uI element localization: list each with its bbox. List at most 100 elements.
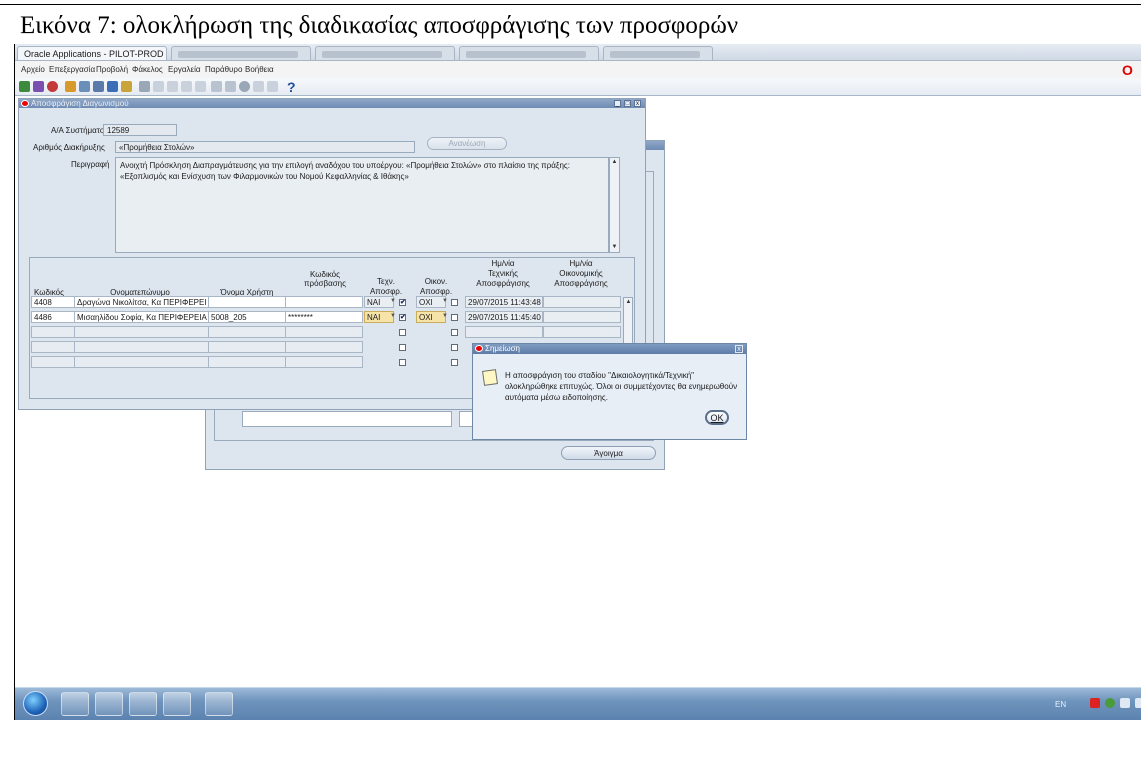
col-header-econ-1: Οικον.	[424, 277, 448, 286]
row-2-econ-date[interactable]	[543, 311, 621, 323]
action-center-tray-icon[interactable]	[1120, 698, 1130, 708]
minimize-button[interactable]: _	[614, 100, 621, 107]
row-1-tech-date[interactable]: 29/07/2015 11:43:48	[465, 296, 543, 308]
row-2-password[interactable]: ********	[285, 311, 363, 323]
tab-5[interactable]	[603, 46, 713, 60]
table-row-empty-cell[interactable]	[543, 326, 621, 338]
scroll-up-icon[interactable]: ▲	[611, 159, 618, 166]
tab-3-label	[322, 51, 442, 58]
refresh-button[interactable]: Ανανέωση	[427, 137, 507, 150]
ok-button[interactable]: OK	[705, 410, 729, 425]
table-row-empty-cell[interactable]	[31, 326, 75, 338]
description-field[interactable]: Ανοιχτή Πρόσκληση Διαπραγμάτευσης για τη…	[115, 157, 609, 253]
java-taskbar-icon[interactable]	[205, 692, 233, 716]
row-1-name[interactable]: Δραγώνα Νικολίτσα, Κα ΠΕΡΙΦΕΡΕΙ	[74, 296, 209, 308]
row-1-econ-date[interactable]	[543, 296, 621, 308]
maximize-button[interactable]: □	[624, 100, 631, 107]
outlook-taskbar-icon[interactable]	[95, 692, 123, 716]
close-button[interactable]: x	[634, 100, 641, 107]
tab-2[interactable]	[171, 46, 311, 60]
scroll-up-icon[interactable]: ▲	[625, 299, 632, 306]
table-row-empty-cell[interactable]	[465, 326, 543, 338]
explorer-taskbar-icon[interactable]	[61, 692, 89, 716]
firefox-taskbar-icon[interactable]	[163, 692, 191, 716]
row-3-econ-checkbox[interactable]	[451, 329, 458, 336]
tab-oracle-applications[interactable]: Oracle Applications - PILOT-PROD	[17, 46, 167, 60]
volume-tray-icon[interactable]	[1135, 698, 1141, 708]
zoom-icon[interactable]	[225, 81, 236, 92]
announcement-field[interactable]: «Προμήθεια Στολών»	[115, 141, 415, 153]
open-folder-icon[interactable]	[65, 81, 76, 92]
table-row-empty-cell[interactable]	[208, 326, 286, 338]
table-row-empty-cell[interactable]	[31, 341, 75, 353]
chevron-down-icon[interactable]: ▼	[390, 298, 396, 304]
network-tray-icon[interactable]	[1105, 698, 1115, 708]
row-1-tech-checkbox[interactable]: ✔	[399, 299, 406, 306]
tab-4[interactable]	[459, 46, 599, 60]
menu-help[interactable]: Βοήθεια	[245, 65, 274, 74]
table-row-empty-cell[interactable]	[74, 356, 209, 368]
copy-icon[interactable]	[167, 81, 178, 92]
row-2-name[interactable]: Μισαηλίδου Σοφία, Κα ΠΕΡΙΦΕΡΕΙΑ	[74, 311, 209, 323]
chevron-down-icon[interactable]: ▼	[390, 313, 396, 319]
save-icon[interactable]	[79, 81, 90, 92]
background-field-1[interactable]	[242, 411, 452, 427]
chevron-down-icon[interactable]: ▼	[442, 313, 448, 319]
menu-edit[interactable]: Επεξεργασία	[49, 65, 95, 74]
system-id-field[interactable]: 12589	[103, 124, 177, 136]
start-button[interactable]	[23, 691, 48, 716]
description-scrollbar[interactable]: ▲ ▼	[609, 157, 620, 253]
scroll-down-icon[interactable]: ▼	[611, 244, 618, 251]
folder-tools-icon[interactable]	[267, 81, 278, 92]
table-row-empty-cell[interactable]	[31, 356, 75, 368]
table-row-empty-cell[interactable]	[74, 341, 209, 353]
row-4-econ-checkbox[interactable]	[451, 344, 458, 351]
navigator-icon[interactable]	[33, 81, 44, 92]
row-3-tech-checkbox[interactable]	[399, 329, 406, 336]
close-icon[interactable]: x	[735, 345, 743, 353]
menu-view[interactable]: Προβολή	[96, 65, 128, 74]
table-row-empty-cell[interactable]	[208, 341, 286, 353]
table-row-empty-cell[interactable]	[285, 356, 363, 368]
table-row-empty-cell[interactable]	[285, 326, 363, 338]
row-2-econ-checkbox[interactable]	[451, 314, 458, 321]
language-indicator[interactable]: EN	[1055, 700, 1066, 709]
figure-caption: Εικόνα 7: ολοκλήρωση της διαδικασίας απο…	[20, 12, 739, 39]
translations-icon[interactable]	[239, 81, 250, 92]
word-taskbar-icon[interactable]	[129, 692, 157, 716]
cut-icon[interactable]	[153, 81, 164, 92]
clear-icon[interactable]	[195, 81, 206, 92]
row-2-tech-checkbox[interactable]: ✔	[399, 314, 406, 321]
menu-window[interactable]: Παράθυρο	[205, 65, 242, 74]
chevron-down-icon[interactable]: ▼	[442, 298, 448, 304]
new-record-icon[interactable]	[19, 81, 30, 92]
row-1-econ-checkbox[interactable]	[451, 299, 458, 306]
menu-folder[interactable]: Φάκελος	[132, 65, 163, 74]
antivirus-tray-icon[interactable]	[1090, 698, 1100, 708]
row-1-password[interactable]	[285, 296, 363, 308]
table-row-empty-cell[interactable]	[285, 341, 363, 353]
row-5-tech-checkbox[interactable]	[399, 359, 406, 366]
attach-icon[interactable]	[253, 81, 264, 92]
attachments-icon[interactable]	[121, 81, 132, 92]
row-4-tech-checkbox[interactable]	[399, 344, 406, 351]
stop-icon[interactable]	[47, 81, 58, 92]
row-2-username[interactable]: 5008_205	[208, 311, 286, 323]
search-icon[interactable]	[107, 81, 118, 92]
tab-3[interactable]	[315, 46, 455, 60]
table-row-empty-cell[interactable]	[74, 326, 209, 338]
row-5-econ-checkbox[interactable]	[451, 359, 458, 366]
paste-icon[interactable]	[181, 81, 192, 92]
help-icon[interactable]: ?	[287, 79, 296, 95]
row-2-code[interactable]: 4486	[31, 311, 75, 323]
open-button[interactable]: Άγοιγμα	[561, 446, 656, 460]
print-icon[interactable]	[93, 81, 104, 92]
row-1-username[interactable]	[208, 296, 286, 308]
menu-tools[interactable]: Εργαλεία	[168, 65, 200, 74]
table-row-empty-cell[interactable]	[208, 356, 286, 368]
row-2-tech-date[interactable]: 29/07/2015 11:45:40	[465, 311, 543, 323]
row-1-code[interactable]: 4408	[31, 296, 75, 308]
edit-field-icon[interactable]	[211, 81, 222, 92]
back-icon[interactable]	[139, 81, 150, 92]
menu-file[interactable]: Αρχείο	[21, 65, 45, 74]
